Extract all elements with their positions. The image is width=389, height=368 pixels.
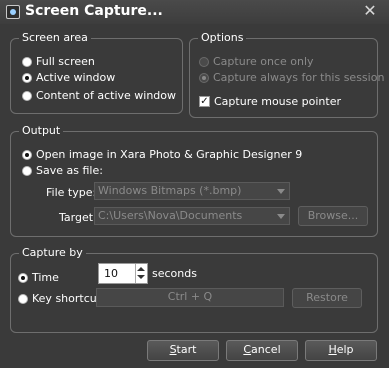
target-dropdown: C:\Users\Nova\Documents <box>94 207 290 225</box>
radio-button-selected-icon[interactable] <box>22 149 32 160</box>
chevron-down-icon <box>277 214 285 219</box>
chevron-down-icon <box>277 189 285 194</box>
full-screen-label: Full screen <box>36 55 95 68</box>
title-bar: Screen Capture... ✕ <box>0 0 389 24</box>
radio-save-as-file[interactable]: Save as file: <box>22 164 103 177</box>
start-mnemonic: S <box>169 343 177 356</box>
radio-button-selected-icon[interactable] <box>18 272 28 283</box>
help-mnemonic: H <box>328 343 337 356</box>
file-type-value: Windows Bitmaps (*.bmp) <box>98 184 242 197</box>
options-label: Options <box>198 31 247 44</box>
radio-button-icon[interactable] <box>22 165 32 176</box>
chevron-up-icon[interactable] <box>137 267 145 271</box>
file-type-label: File type: <box>46 186 97 199</box>
radio-open-image[interactable]: Open image in Xara Photo & Graphic Desig… <box>22 148 302 161</box>
target-value: C:\Users\Nova\Documents <box>98 209 243 222</box>
time-label: Time <box>32 271 59 284</box>
radio-key-shortcut[interactable]: Key shortcut <box>18 292 101 305</box>
restore-button: Restore <box>292 288 362 308</box>
seconds-label: seconds <box>152 267 197 280</box>
time-value[interactable]: 10 <box>104 267 118 280</box>
file-type-dropdown: Windows Bitmaps (*.bmp) <box>94 182 290 200</box>
radio-active-window[interactable]: Active window <box>22 71 115 84</box>
radio-button-icon <box>199 56 209 67</box>
radio-button-icon[interactable] <box>22 56 32 67</box>
help-label: elp <box>336 343 354 356</box>
checkbox-capture-mouse-pointer[interactable]: ✓ Capture mouse pointer <box>199 95 341 108</box>
close-button[interactable]: ✕ <box>361 2 379 20</box>
cancel-label: ancel <box>251 343 281 356</box>
radio-button-selected-icon[interactable] <box>22 72 32 83</box>
capture-always-label: Capture always for this session <box>213 71 385 84</box>
save-as-file-label: Save as file: <box>36 164 103 177</box>
checkbox-checked-icon[interactable]: ✓ <box>199 96 210 107</box>
active-window-label: Active window <box>36 71 116 84</box>
radio-button-icon[interactable] <box>18 293 28 304</box>
window-title: Screen Capture... <box>25 3 163 19</box>
cancel-mnemonic: C <box>243 343 252 356</box>
radio-button-icon[interactable] <box>22 90 32 101</box>
key-shortcut-label: Key shortcut <box>32 292 102 305</box>
start-label: tart <box>176 343 197 356</box>
chevron-down-icon[interactable] <box>137 275 145 279</box>
radio-capture-once: Capture once only <box>199 55 314 68</box>
radio-full-screen[interactable]: Full screen <box>22 55 95 68</box>
radio-button-selected-icon <box>199 72 209 83</box>
spin-buttons[interactable] <box>135 264 147 283</box>
capture-once-label: Capture once only <box>213 55 314 68</box>
capture-by-label: Capture by <box>19 246 86 259</box>
radio-time[interactable]: Time <box>18 271 59 284</box>
open-image-label: Open image in Xara Photo & Graphic Desig… <box>36 148 303 161</box>
target-label: Target <box>59 211 94 224</box>
time-stepper[interactable]: 10 <box>98 263 148 284</box>
screen-area-label: Screen area <box>19 31 91 44</box>
output-label: Output <box>19 124 64 137</box>
radio-capture-always: Capture always for this session <box>199 71 384 84</box>
help-button[interactable]: Help <box>305 340 377 361</box>
screen-capture-icon <box>6 5 20 19</box>
capture-mouse-pointer-label: Capture mouse pointer <box>214 95 341 108</box>
shortcut-value: Ctrl + Q <box>167 290 213 303</box>
cancel-button[interactable]: Cancel <box>226 340 298 361</box>
key-shortcut-field: Ctrl + Q <box>96 288 284 307</box>
browse-button: Browse... <box>298 206 368 226</box>
content-active-window-label: Content of active window <box>36 89 177 102</box>
start-button[interactable]: Start <box>147 340 219 361</box>
radio-content-active-window[interactable]: Content of active window <box>22 89 176 102</box>
